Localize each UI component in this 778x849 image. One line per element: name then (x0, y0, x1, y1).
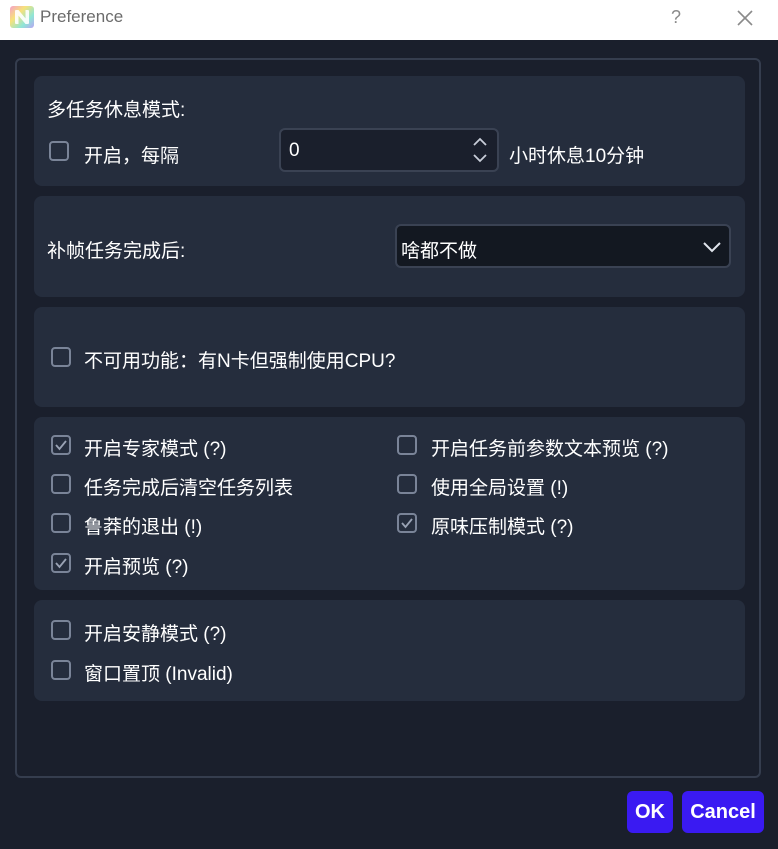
force-cpu-checkbox[interactable] (51, 347, 71, 367)
chevron-down-icon (473, 154, 487, 163)
raw-encode-label: 原味压制模式 (?) (431, 517, 574, 538)
rest-mode-heading: 多任务休息模式: (47, 100, 186, 121)
checkmark-icon (55, 440, 67, 451)
chevron-up-icon (473, 137, 487, 146)
enable-preview-checkbox[interactable] (51, 553, 71, 573)
after-complete-label: 补帧任务完成后: (47, 241, 186, 262)
reckless-exit-label: 鲁莽的退出 (!) (84, 517, 203, 538)
close-button[interactable] (731, 4, 759, 32)
reckless-exit-checkbox[interactable] (51, 513, 71, 533)
always-on-top-checkbox[interactable] (51, 660, 71, 680)
app-logo-icon (10, 6, 34, 28)
spin-down-button[interactable] (471, 151, 489, 165)
checkmark-icon (55, 558, 67, 569)
rest-mode-suffix: 小时休息10分钟 (509, 146, 645, 167)
rest-interval-value[interactable]: 0 (289, 140, 300, 162)
close-icon (737, 10, 753, 26)
help-button[interactable]: ? (664, 5, 688, 29)
preview-params-checkbox[interactable] (397, 435, 417, 455)
expert-mode-checkbox[interactable] (51, 435, 71, 455)
force-cpu-label: 不可用功能：有N卡但强制使用CPU? (84, 351, 396, 372)
rest-interval-spinbox[interactable]: 0 (279, 128, 499, 172)
cancel-button[interactable]: Cancel (682, 791, 764, 833)
ok-button[interactable]: OK (627, 791, 673, 833)
rest-mode-enable-label: 开启，每隔 (84, 146, 180, 167)
clear-list-label: 任务完成后清空任务列表 (84, 478, 294, 499)
spin-up-button[interactable] (471, 135, 489, 149)
quiet-mode-checkbox[interactable] (51, 620, 71, 640)
title-bar: Preference ? (0, 0, 778, 40)
raw-encode-checkbox[interactable] (397, 513, 417, 533)
global-settings-label: 使用全局设置 (!) (431, 478, 569, 499)
after-complete-selected: 啥都不做 (401, 241, 478, 262)
quiet-mode-label: 开启安静模式 (?) (84, 624, 227, 645)
global-settings-checkbox[interactable] (397, 474, 417, 494)
preview-params-label: 开启任务前参数文本预览 (?) (431, 439, 669, 460)
expert-mode-label: 开启专家模式 (?) (84, 439, 227, 460)
after-complete-select[interactable]: 啥都不做 (395, 224, 731, 268)
checkmark-icon (401, 518, 413, 529)
enable-preview-label: 开启预览 (?) (84, 557, 189, 578)
clear-list-checkbox[interactable] (51, 474, 71, 494)
chevron-down-icon (703, 242, 721, 253)
rest-mode-checkbox[interactable] (49, 141, 69, 161)
window-title: Preference (40, 7, 124, 26)
always-on-top-label: 窗口置顶 (Invalid) (84, 664, 233, 685)
